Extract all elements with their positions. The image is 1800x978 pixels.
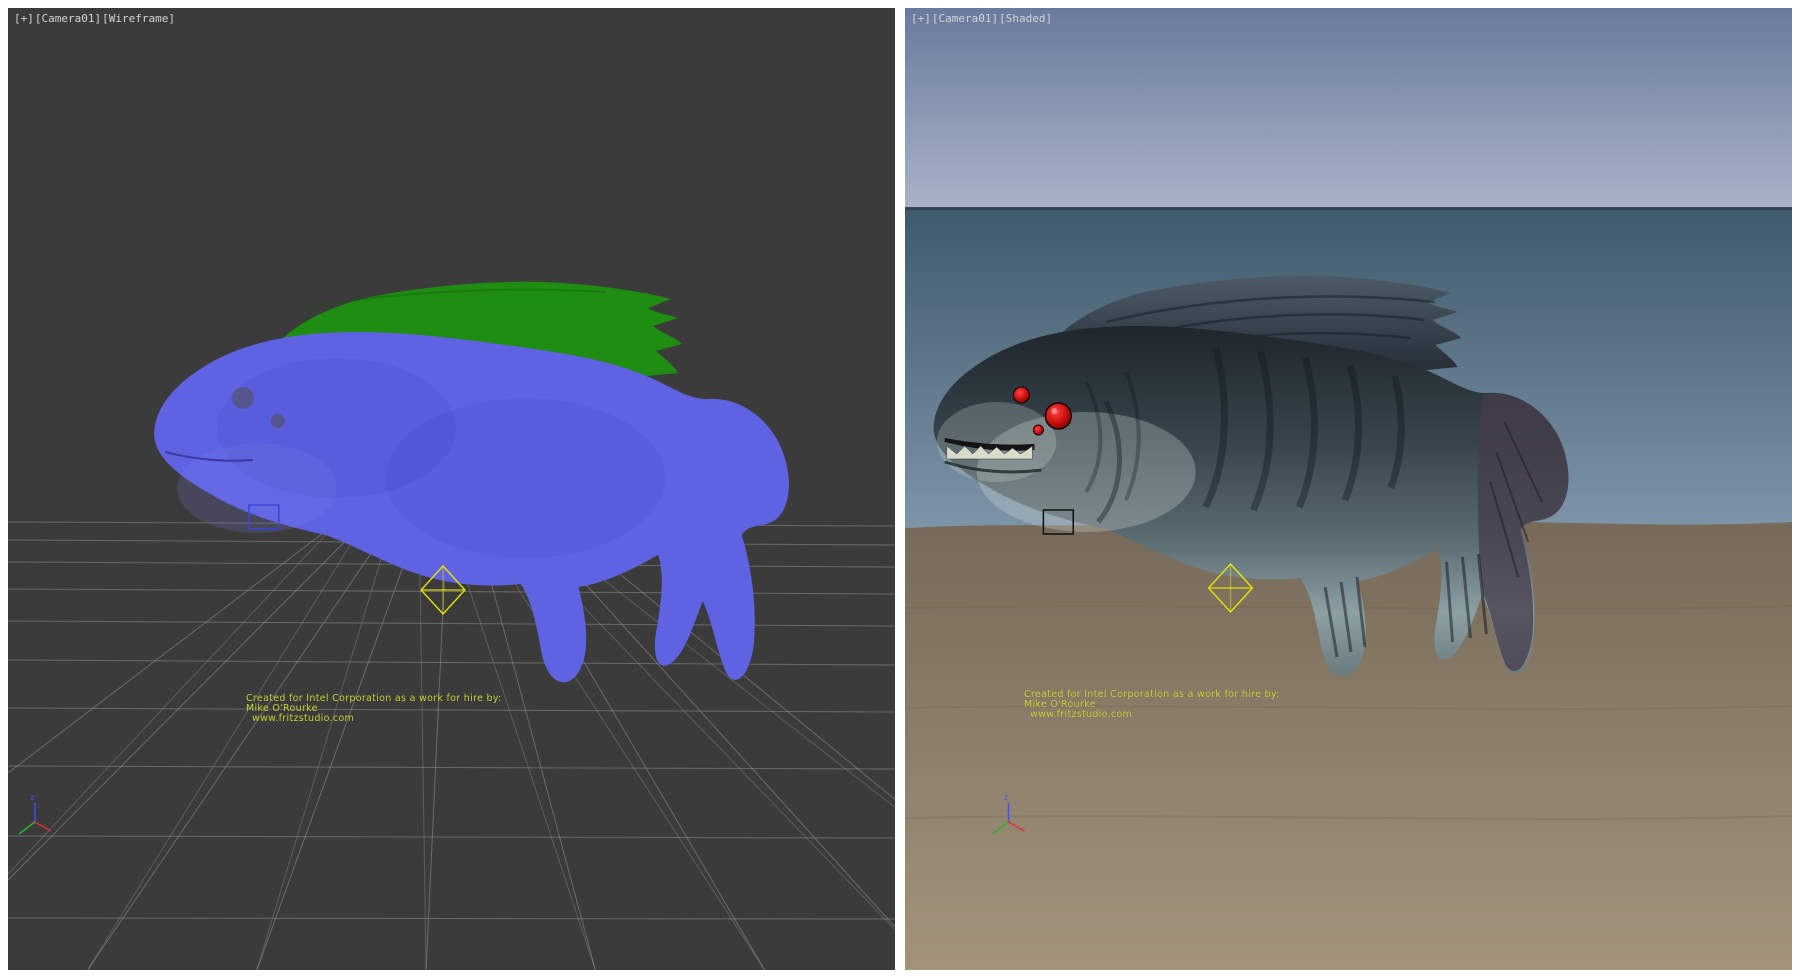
annotation-line: www.fritzstudio.com	[252, 714, 502, 724]
horizon-line	[905, 207, 1792, 210]
creature-eye-tertiary	[1033, 425, 1043, 435]
viewport-menu-general[interactable]: [+]	[14, 12, 34, 25]
viewport-menu-pov[interactable]: [Camera01]	[932, 12, 998, 25]
viewport-menu-shading[interactable]: [Wireframe]	[102, 12, 175, 25]
viewport-menu-pov[interactable]: [Camera01]	[35, 12, 101, 25]
annotation-line: www.fritzstudio.com	[1030, 710, 1280, 720]
shaded-scene-canvas[interactable]: z	[905, 8, 1792, 970]
viewport-shaded[interactable]: [+][Camera01][Shaded]	[905, 8, 1792, 970]
viewport-menu-shading[interactable]: [Shaded]	[999, 12, 1052, 25]
creature-eye-main	[1045, 403, 1071, 429]
world-axis-tripod: z	[19, 793, 51, 834]
axis-z-label: z	[30, 793, 35, 802]
viewport-label-wireframe: [+][Camera01][Wireframe]	[14, 12, 176, 25]
creature-eye-outline	[232, 387, 254, 409]
viewport-label-shaded: [+][Camera01][Shaded]	[911, 12, 1053, 25]
scene-text-annotation: Created for Intel Corporation as a work …	[1024, 690, 1280, 720]
viewport-menu-general[interactable]: [+]	[911, 12, 931, 25]
creature-eye-secondary	[1014, 387, 1030, 403]
wireframe-scene-canvas[interactable]: z	[8, 8, 895, 970]
viewport-wireframe[interactable]: [+][Camera01][Wireframe]	[8, 8, 895, 970]
creature-eye-outline-small	[271, 414, 285, 428]
scene-text-annotation: Created for Intel Corporation as a work …	[246, 694, 502, 724]
ground-wireframe-grid	[8, 522, 895, 970]
sky-gradient	[905, 8, 1792, 210]
axis-z-label: z	[1004, 793, 1009, 802]
